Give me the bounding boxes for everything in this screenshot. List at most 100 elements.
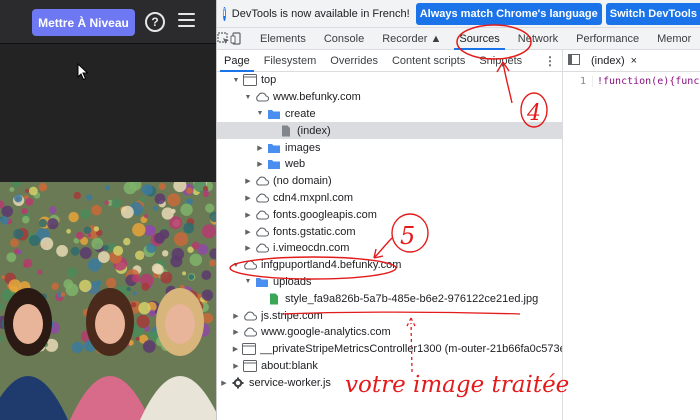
collapsed-arrow-icon[interactable]: ▶ <box>255 160 265 168</box>
image-file-icon <box>267 293 281 305</box>
collapsed-arrow-icon[interactable]: ▶ <box>231 362 241 370</box>
cloud-icon <box>255 242 269 254</box>
expanded-arrow-icon[interactable]: ▼ <box>231 77 241 84</box>
tree-item[interactable]: ▶ www.google-analytics.com <box>217 324 562 341</box>
subtab-contentscripts[interactable]: Content scripts <box>385 50 472 72</box>
hamburger-menu-icon[interactable] <box>178 13 195 29</box>
file-tree: ▼ top ▼ www.befunky.com ▼ create (index) ▶ image… <box>217 72 562 391</box>
cloud-icon <box>243 259 257 271</box>
tab-elements[interactable]: Elements <box>251 28 315 50</box>
tree-item[interactable]: ▶ about:blank <box>217 358 562 375</box>
collapsed-arrow-icon[interactable]: ▶ <box>231 312 241 320</box>
subtab-page[interactable]: Page <box>217 50 257 72</box>
tree-item-label: (no domain) <box>273 175 332 188</box>
editor-tab-index[interactable]: (index) <box>585 55 631 67</box>
folder-icon <box>267 142 281 154</box>
expanded-arrow-icon[interactable]: ▼ <box>255 110 265 117</box>
tree-item[interactable]: ▶ web <box>217 156 562 173</box>
expanded-arrow-icon[interactable]: ▼ <box>243 278 253 285</box>
tree-item-label: create <box>285 107 316 120</box>
frame-icon <box>241 343 256 356</box>
tab-recorder[interactable]: Recorder ▲ <box>373 28 450 50</box>
expanded-arrow-icon[interactable]: ▼ <box>243 94 253 101</box>
expanded-arrow-icon[interactable]: ▼ <box>231 262 241 269</box>
collapsed-arrow-icon[interactable]: ▶ <box>231 328 241 336</box>
tree-item[interactable]: ▼ create <box>217 106 562 123</box>
subtab-overrides[interactable]: Overrides <box>323 50 385 72</box>
tree-item-label: www.befunky.com <box>273 91 361 104</box>
match-language-button[interactable]: Always match Chrome's language <box>415 2 602 25</box>
tree-item[interactable]: ▶ fonts.gstatic.com <box>217 223 562 240</box>
tree-item[interactable]: style_fa9a826b-5a7b-485e-b6e2-976122ce21… <box>217 290 562 307</box>
inspect-element-icon[interactable] <box>217 28 230 50</box>
toggle-navigator-icon[interactable] <box>563 53 585 68</box>
cloud-icon <box>255 226 269 238</box>
frame-icon <box>243 74 257 87</box>
devtools-panel: i DevTools is now available in French! A… <box>216 0 700 420</box>
tab-sources[interactable]: Sources <box>450 28 508 50</box>
tree-item-label: fonts.gstatic.com <box>273 225 356 238</box>
folder-icon <box>255 276 269 288</box>
collapsed-arrow-icon[interactable]: ▶ <box>243 177 253 185</box>
tree-item[interactable]: ▼ uploads <box>217 274 562 291</box>
subtab-snippets[interactable]: Snippets <box>472 50 529 72</box>
collapsed-arrow-icon[interactable]: ▶ <box>243 211 253 219</box>
collapsed-arrow-icon[interactable]: ▶ <box>243 244 253 252</box>
tree-item-label: top <box>261 74 277 87</box>
tab-memor[interactable]: Memor <box>648 28 700 50</box>
file-icon <box>279 125 293 137</box>
edited-photo <box>0 182 216 420</box>
info-icon: i <box>223 6 226 21</box>
help-icon[interactable]: ? <box>145 12 165 32</box>
app-topbar: Mettre À Niveau ? <box>0 0 216 44</box>
tree-item[interactable]: ▶ fonts.googleapis.com <box>217 206 562 223</box>
tree-item-label: www.google-analytics.com <box>261 326 391 339</box>
folder-icon <box>267 108 281 120</box>
tree-item-label: about:blank <box>261 359 318 372</box>
collapsed-arrow-icon[interactable]: ▶ <box>219 379 229 387</box>
frame-icon <box>243 359 257 372</box>
more-options-icon[interactable]: ⋮ <box>544 54 556 68</box>
tree-item[interactable]: ▶ __privateStripeMetricsController1300 (m… <box>217 341 562 358</box>
close-tab-icon[interactable]: × <box>631 55 637 67</box>
collapsed-arrow-icon[interactable]: ▶ <box>231 345 240 353</box>
code-line: 1 !function(e){funct <box>563 76 700 87</box>
line-number: 1 <box>563 76 593 87</box>
code-editor: (index) × 1 !function(e){funct <box>563 50 700 420</box>
tree-item[interactable]: (index) <box>217 122 562 140</box>
tree-item-label: images <box>285 141 321 154</box>
tree-item[interactable]: ▶ i.vimeocdn.com <box>217 240 562 257</box>
subtab-filesystem[interactable]: Filesystem <box>257 50 324 72</box>
tab-console[interactable]: Console <box>315 28 373 50</box>
device-toolbar-icon[interactable] <box>230 28 243 50</box>
tree-item[interactable]: ▶ service-worker.js <box>217 374 562 391</box>
tree-item[interactable]: ▼ infgpuportland4.befunky.com <box>217 257 562 274</box>
infobar-message: DevTools is now available in French! <box>231 7 410 20</box>
tree-item[interactable]: ▶ js.stripe.com <box>217 307 562 324</box>
tree-item-label: uploads <box>273 275 312 288</box>
collapsed-arrow-icon[interactable]: ▶ <box>243 194 253 202</box>
app-area: Mettre À Niveau ? <box>0 0 216 420</box>
tree-item[interactable]: ▶ cdn4.mxpnl.com <box>217 190 562 207</box>
upgrade-button[interactable]: Mettre À Niveau <box>32 9 135 36</box>
mouse-cursor-icon <box>77 63 89 81</box>
tree-item-label: fonts.googleapis.com <box>273 208 377 221</box>
navigator-subtabs: Page Filesystem Overrides Content scripts Sn… <box>217 50 562 72</box>
tab-performance[interactable]: Performance <box>567 28 648 50</box>
sources-panel: Page Filesystem Overrides Content scripts Sn… <box>217 50 700 420</box>
code-text: !function(e){funct <box>597 76 700 87</box>
tree-item[interactable]: ▼ www.befunky.com <box>217 89 562 106</box>
tree-item[interactable]: ▼ top <box>217 72 562 89</box>
tree-item-label: (index) <box>297 124 331 137</box>
collapsed-arrow-icon[interactable]: ▶ <box>255 144 265 152</box>
cloud-icon <box>255 91 269 103</box>
collapsed-arrow-icon[interactable]: ▶ <box>243 228 253 236</box>
cloud-icon <box>255 209 269 221</box>
tree-item[interactable]: ▶ (no domain) <box>217 173 562 190</box>
tree-item[interactable]: ▶ images <box>217 139 562 156</box>
tab-network[interactable]: Network <box>509 28 567 50</box>
switch-french-button[interactable]: Switch DevTools to French <box>605 2 700 25</box>
editor-tabbar: (index) × <box>563 50 700 72</box>
tree-item-label: style_fa9a826b-5a7b-485e-b6e2-976122ce21… <box>285 292 539 305</box>
devtools-tabbar: Elements Console Recorder ▲ Sources Network P… <box>217 28 700 50</box>
